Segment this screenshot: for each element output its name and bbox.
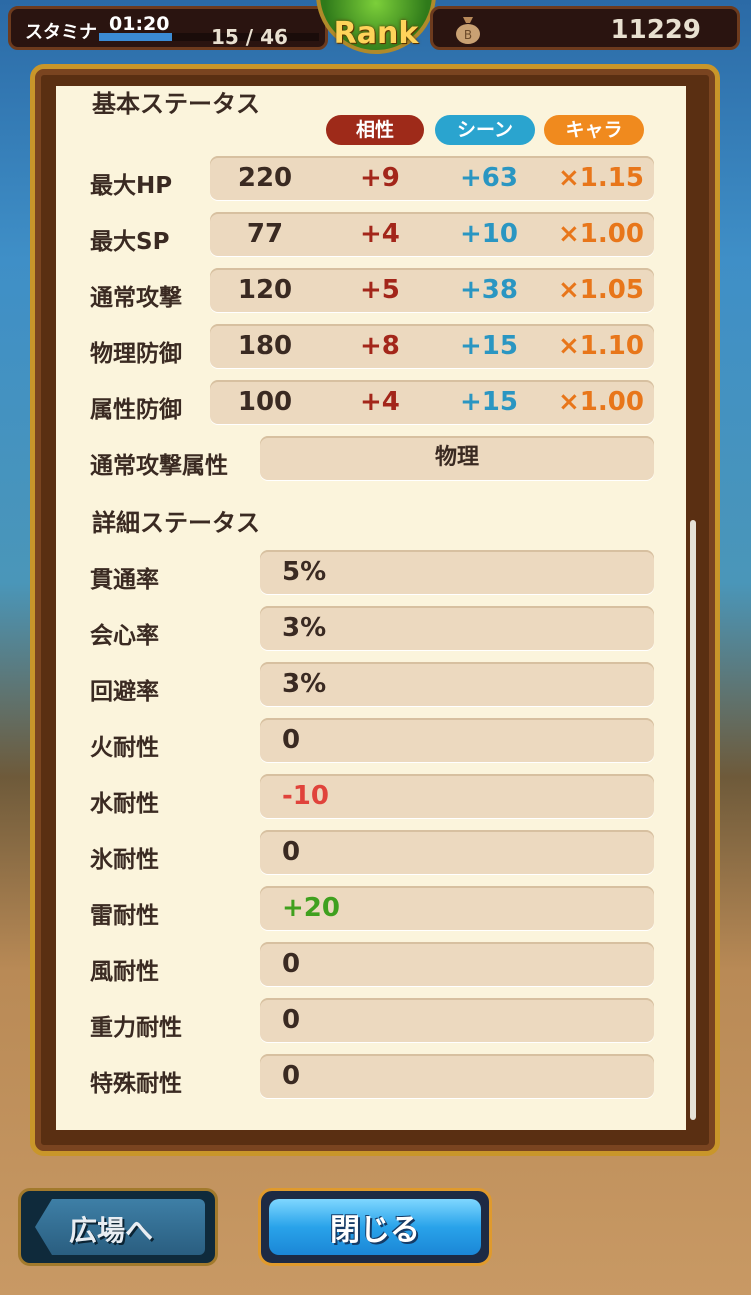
stat-row-max-hp: 220 +9 +63 ×1.15	[210, 156, 654, 200]
scene-bonus: +15	[460, 331, 518, 361]
detail-value: -10	[282, 781, 329, 811]
scene-bonus: +15	[460, 387, 518, 417]
detail-label: 雷耐性	[90, 903, 159, 929]
rank-label: Rank	[333, 16, 419, 51]
scene-bonus: +38	[460, 275, 518, 305]
detail-label: 回避率	[90, 679, 159, 705]
detail-row: +20	[260, 886, 654, 930]
base-value: 100	[237, 387, 293, 417]
detail-row: 3%	[260, 662, 654, 706]
detail-status-title: 詳細ステータス	[92, 509, 260, 537]
stamina-label: スタミナ	[25, 22, 97, 43]
base-value: 220	[237, 163, 293, 193]
affinity-bonus: +4	[360, 387, 400, 417]
chara-multiplier: ×1.00	[558, 387, 644, 417]
attack-attribute-value: 物理	[434, 445, 479, 470]
detail-label: 火耐性	[90, 735, 159, 761]
stat-label-physical-defense: 物理防御	[90, 341, 182, 367]
scene-bonus: +63	[460, 163, 518, 193]
go-to-plaza-label: 広場へ	[69, 1214, 154, 1247]
base-value: 180	[237, 331, 293, 361]
detail-value: 0	[282, 837, 301, 867]
top-status-bar: スタミナ 01:20 15 / 46 Rank B 11229	[0, 0, 751, 58]
detail-row: 0	[260, 830, 654, 874]
detail-row: 0	[260, 1054, 654, 1098]
stat-row-physical-defense: 180 +8 +15 ×1.10	[210, 324, 654, 368]
money-bag-icon: B	[456, 17, 480, 44]
stat-label-element-defense: 属性防御	[90, 397, 182, 423]
chara-multiplier: ×1.00	[558, 219, 644, 249]
stamina-count: 15 / 46	[211, 25, 288, 49]
stamina-timer: 01:20	[109, 13, 170, 35]
detail-label: 会心率	[90, 623, 159, 649]
detail-row: 5%	[260, 550, 654, 594]
detail-label: 貫通率	[90, 567, 159, 593]
detail-row: 0	[260, 942, 654, 986]
rank-badge[interactable]: Rank	[316, 0, 436, 54]
detail-label: 風耐性	[90, 959, 159, 985]
status-panel[interactable]: 基本ステータス 相性 シーン キャラ 最大HP 220 +9 +63 ×1.15…	[56, 86, 686, 1130]
detail-row: -10	[260, 774, 654, 818]
base-value: 120	[237, 275, 293, 305]
legend-scene: シーン	[435, 115, 535, 145]
detail-value: 0	[282, 949, 301, 979]
detail-value: 0	[282, 1005, 301, 1035]
attack-attribute-box: 物理	[260, 436, 654, 480]
scrollbar[interactable]	[690, 520, 696, 1120]
scene-bonus: +10	[460, 219, 518, 249]
detail-label: 水耐性	[90, 791, 159, 817]
currency-panel: B 11229	[430, 6, 740, 50]
close-button[interactable]: 閉じる	[258, 1188, 492, 1266]
stamina-panel: スタミナ 01:20 15 / 46	[8, 6, 328, 50]
detail-row: 0	[260, 998, 654, 1042]
detail-row: 3%	[260, 606, 654, 650]
svg-text:B: B	[464, 28, 472, 42]
attack-attribute-label: 通常攻撃属性	[90, 453, 228, 479]
base-value: 77	[246, 219, 284, 249]
detail-value: +20	[282, 893, 340, 923]
chara-multiplier: ×1.15	[558, 163, 644, 193]
basic-status-title: 基本ステータス	[92, 90, 260, 118]
stat-label-max-hp: 最大HP	[90, 173, 173, 199]
detail-value: 0	[282, 1061, 301, 1091]
money-value: 11229	[610, 15, 701, 45]
detail-row: 0	[260, 718, 654, 762]
detail-value: 3%	[282, 613, 327, 643]
go-to-plaza-button[interactable]: 広場へ	[18, 1188, 218, 1266]
detail-label: 氷耐性	[90, 847, 159, 873]
detail-value: 5%	[282, 557, 327, 587]
affinity-bonus: +5	[360, 275, 400, 305]
chara-multiplier: ×1.10	[558, 331, 644, 361]
stat-row-element-defense: 100 +4 +15 ×1.00	[210, 380, 654, 424]
stat-row-max-sp: 77 +4 +10 ×1.00	[210, 212, 654, 256]
detail-value: 3%	[282, 669, 327, 699]
affinity-bonus: +4	[360, 219, 400, 249]
chara-multiplier: ×1.05	[558, 275, 644, 305]
detail-label: 重力耐性	[90, 1015, 182, 1041]
stat-label-max-sp: 最大SP	[90, 229, 170, 255]
legend-chara: キャラ	[544, 115, 644, 145]
close-button-label: 閉じる	[330, 1213, 420, 1248]
stat-row-normal-attack: 120 +5 +38 ×1.05	[210, 268, 654, 312]
detail-value: 0	[282, 725, 301, 755]
affinity-bonus: +9	[360, 163, 400, 193]
affinity-bonus: +8	[360, 331, 400, 361]
detail-label: 特殊耐性	[90, 1071, 182, 1097]
stat-label-normal-attack: 通常攻撃	[90, 285, 182, 311]
legend-affinity: 相性	[326, 115, 424, 145]
